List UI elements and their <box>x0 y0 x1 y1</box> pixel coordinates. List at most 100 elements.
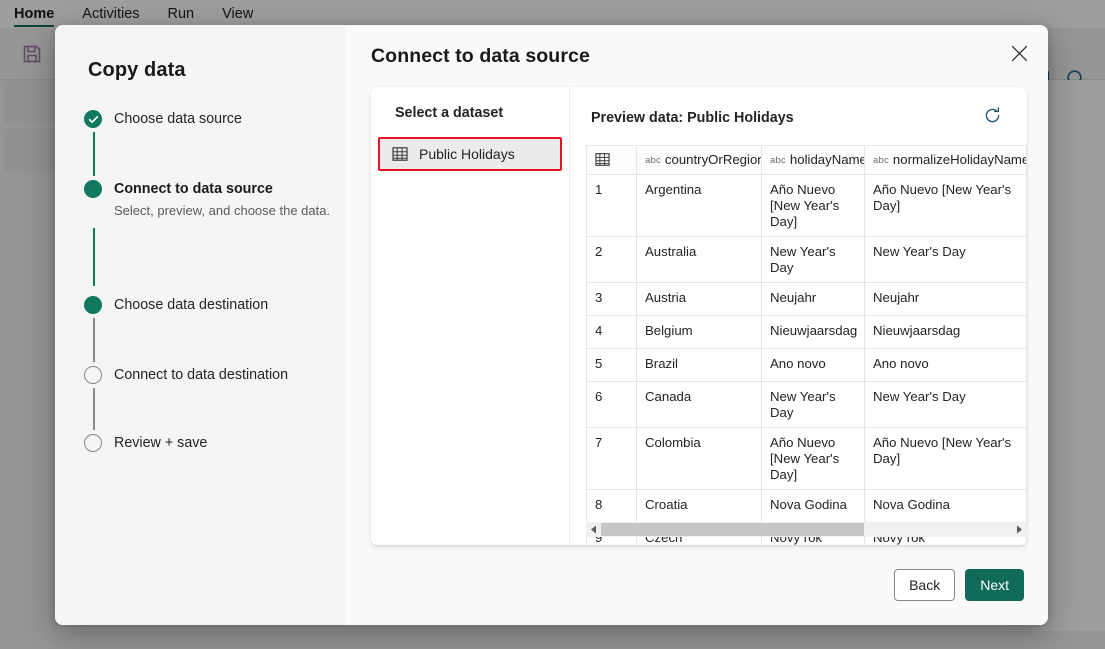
dataset-item-public-holidays[interactable]: Public Holidays <box>380 139 560 169</box>
cell-countryOrRegion: Colombia <box>637 428 762 490</box>
table-header-row: abc countryOrRegion abc holidayName abcnor… <box>587 146 1027 175</box>
back-button[interactable]: Back <box>894 569 955 601</box>
table-header-index[interactable] <box>587 146 637 175</box>
horizontal-scrollbar[interactable] <box>586 522 1027 537</box>
cell-normalizeHolidayName: Neujahr <box>865 283 1027 316</box>
step-connector <box>93 318 95 362</box>
refresh-button[interactable] <box>979 105 1005 131</box>
dataset-list: Public Holidays <box>371 137 569 171</box>
wizard-step-review-and-save[interactable]: Review + save <box>55 432 347 466</box>
table-row[interactable]: 2AustraliaNew Year's DayNew Year's Day <box>587 237 1027 283</box>
cell-index: 5 <box>587 349 637 382</box>
table-header-holidayName[interactable]: abc holidayName <box>762 146 865 175</box>
column-type-tag: abc <box>770 155 786 166</box>
dialog-content-pane: Connect to data source Select a dataset <box>347 25 1048 625</box>
dataset-item-highlight-box: Public Holidays <box>378 137 562 171</box>
column-name: holidayName <box>790 152 865 167</box>
wizard-step-label: Choose data source <box>114 108 347 129</box>
step-active-dot-icon <box>84 296 102 314</box>
cell-normalizeHolidayName: Ano novo <box>865 349 1027 382</box>
scrollbar-track[interactable] <box>601 522 1012 537</box>
cell-index: 3 <box>587 283 637 316</box>
dialog-footer: Back Next <box>347 545 1048 625</box>
preview-title: Preview data: Public Holidays <box>591 110 794 126</box>
wizard-steps: Choose data source Connect to data sourc… <box>55 108 347 466</box>
back-button-label: Back <box>909 577 940 593</box>
wizard-title: Copy data <box>88 59 347 82</box>
copy-data-dialog: Copy data Choose data source Connect to … <box>55 25 1048 625</box>
scroll-left-arrow-icon[interactable] <box>586 522 601 537</box>
wizard-step-choose-data-source[interactable]: Choose data source <box>55 108 347 178</box>
cell-countryOrRegion: Belgium <box>637 316 762 349</box>
cell-normalizeHolidayName: Año Nuevo [New Year's Day] <box>865 428 1027 490</box>
table-header-normalizeHolidayName[interactable]: abcnormalizeHolidayName <box>865 146 1027 175</box>
wizard-step-label: Choose data destination <box>114 294 347 315</box>
dataset-pane-heading: Select a dataset <box>395 105 569 121</box>
wizard-pane: Copy data Choose data source Connect to … <box>55 25 347 625</box>
cell-holidayName: New Year's Day <box>762 382 865 428</box>
step-pending-circle-icon <box>84 434 102 452</box>
cell-holidayName: Año Nuevo [New Year's Day] <box>762 428 865 490</box>
cell-countryOrRegion: Australia <box>637 237 762 283</box>
wizard-step-label: Connect to data destination <box>114 364 347 385</box>
cell-index: 6 <box>587 382 637 428</box>
preview-pane: Preview data: Public Holidays <box>570 87 1027 545</box>
preview-table: abc countryOrRegion abc holidayName abcnor… <box>586 145 1027 545</box>
preview-table-head: abc countryOrRegion abc holidayName abcnor… <box>587 146 1027 175</box>
wizard-step-choose-data-destination[interactable]: Choose data destination <box>55 294 347 364</box>
step-completed-check-icon <box>84 110 102 128</box>
close-icon <box>1011 45 1028 67</box>
table-row[interactable]: 3AustriaNeujahrNeujahr <box>587 283 1027 316</box>
dataset-pane: Select a dataset Public Holidays <box>371 87 570 545</box>
scroll-right-arrow-icon[interactable] <box>1012 522 1027 537</box>
table-grid-icon <box>392 146 408 162</box>
column-type-tag: abc <box>645 155 661 166</box>
wizard-step-connect-to-data-source[interactable]: Connect to data source Select, preview, … <box>55 178 347 294</box>
table-row[interactable]: 6CanadaNew Year's DayNew Year's Day <box>587 382 1027 428</box>
cell-index: 1 <box>587 175 637 237</box>
cell-countryOrRegion: Argentina <box>637 175 762 237</box>
cell-index: 4 <box>587 316 637 349</box>
step-pending-circle-icon <box>84 366 102 384</box>
next-button[interactable]: Next <box>965 569 1024 601</box>
column-type-tag: abc <box>873 155 889 166</box>
preview-table-scroll-area[interactable]: abc countryOrRegion abc holidayName abcnor… <box>586 145 1027 545</box>
wizard-step-description: Select, preview, and choose the data. <box>114 202 347 220</box>
step-connector <box>93 228 95 286</box>
dialog-header: Connect to data source <box>347 25 1048 87</box>
cell-countryOrRegion: Austria <box>637 283 762 316</box>
table-header-countryOrRegion[interactable]: abc countryOrRegion <box>637 146 762 175</box>
dialog-title: Connect to data source <box>371 45 590 68</box>
step-connector <box>93 132 95 176</box>
next-button-label: Next <box>980 577 1009 593</box>
close-button[interactable] <box>1003 40 1035 72</box>
cell-index: 7 <box>587 428 637 490</box>
cell-normalizeHolidayName: New Year's Day <box>865 382 1027 428</box>
table-row[interactable]: 7ColombiaAño Nuevo [New Year's Day]Año N… <box>587 428 1027 490</box>
cell-countryOrRegion: Brazil <box>637 349 762 382</box>
wizard-step-label: Review + save <box>114 432 347 453</box>
cell-normalizeHolidayName: New Year's Day <box>865 237 1027 283</box>
table-row[interactable]: 4BelgiumNieuwjaarsdagNieuwjaarsdag <box>587 316 1027 349</box>
cell-countryOrRegion: Croatia <box>637 490 762 523</box>
cell-holidayName: Nieuwjaarsdag <box>762 316 865 349</box>
refresh-icon <box>983 106 1002 130</box>
cell-holidayName: New Year's Day <box>762 237 865 283</box>
dataset-item-label: Public Holidays <box>419 146 515 162</box>
cell-index: 8 <box>587 490 637 523</box>
table-row[interactable]: 5BrazilAno novoAno novo <box>587 349 1027 382</box>
cell-normalizeHolidayName: Nieuwjaarsdag <box>865 316 1027 349</box>
cell-holidayName: Nova Godina <box>762 490 865 523</box>
preview-header: Preview data: Public Holidays <box>570 103 1027 133</box>
cell-holidayName: Neujahr <box>762 283 865 316</box>
wizard-step-label: Connect to data source <box>114 178 347 199</box>
table-row[interactable]: 1ArgentinaAño Nuevo [New Year's Day]Año … <box>587 175 1027 237</box>
table-row[interactable]: 8CroatiaNova GodinaNova Godina <box>587 490 1027 523</box>
preview-table-body: 1ArgentinaAño Nuevo [New Year's Day]Año … <box>587 175 1027 546</box>
cell-countryOrRegion: Canada <box>637 382 762 428</box>
scrollbar-thumb[interactable] <box>601 523 864 536</box>
cell-normalizeHolidayName: Año Nuevo [New Year's Day] <box>865 175 1027 237</box>
wizard-step-connect-to-data-destination[interactable]: Connect to data destination <box>55 364 347 432</box>
column-name: countryOrRegion <box>665 152 762 167</box>
cell-index: 2 <box>587 237 637 283</box>
